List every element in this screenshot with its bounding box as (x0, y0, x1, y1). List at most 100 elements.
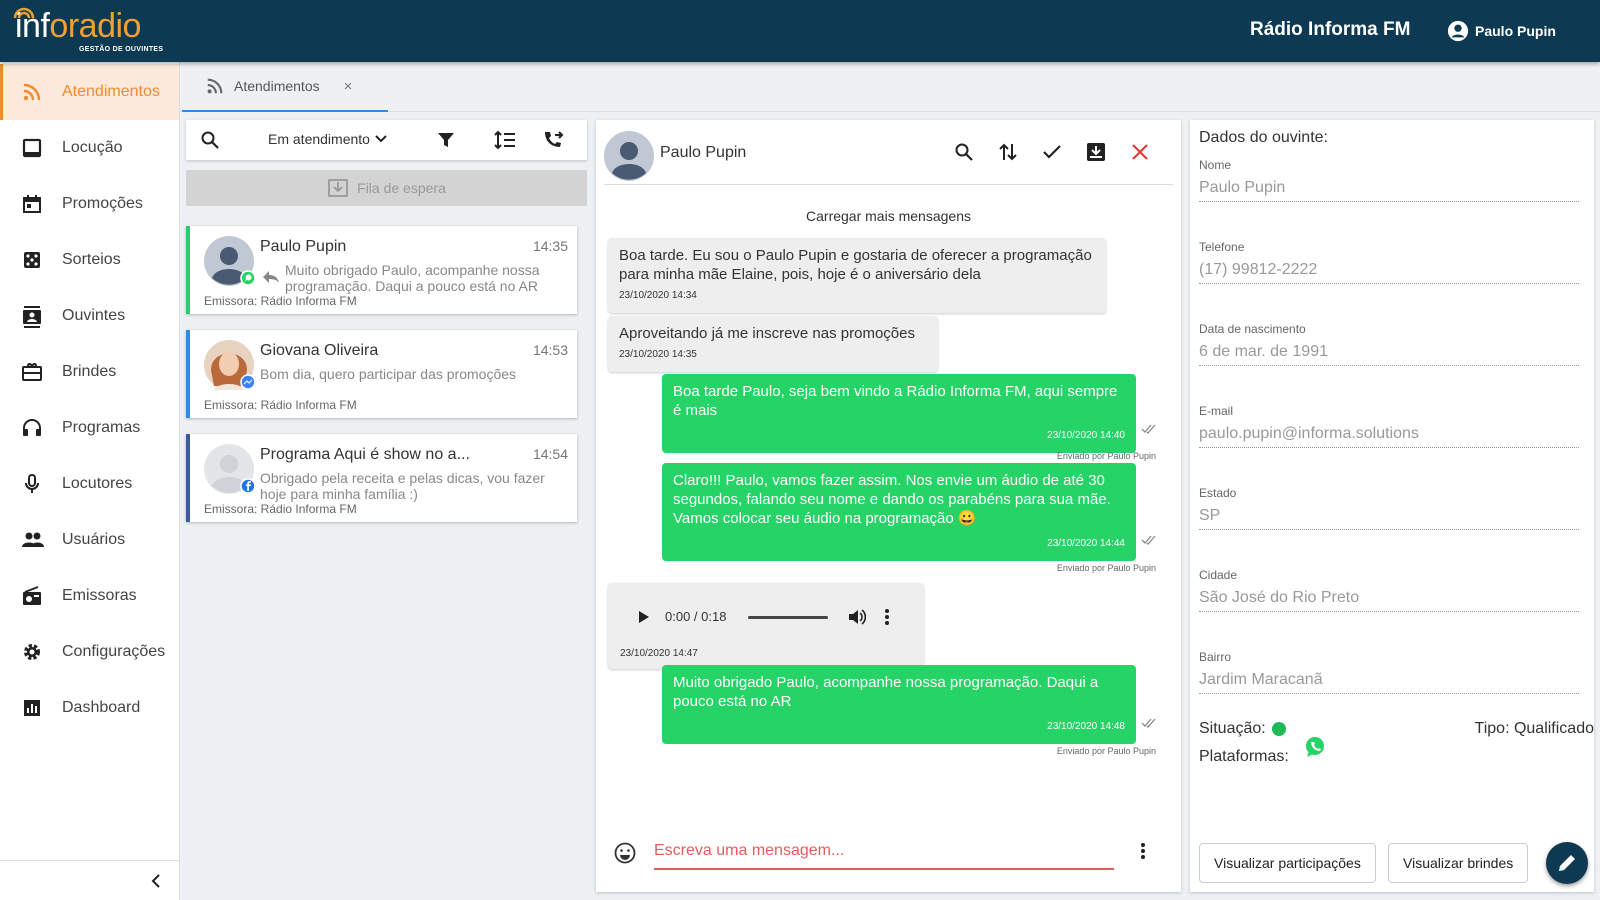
tab-label: Atendimentos (234, 78, 320, 94)
audio-progress-bar[interactable] (748, 616, 828, 619)
conversation-time: 14:35 (532, 238, 568, 254)
sidebar-item-label: Brindes (62, 363, 117, 380)
dice-icon (24, 252, 40, 268)
phone-forward-icon[interactable] (542, 130, 564, 150)
sidebar-item-label: Atendimentos (62, 83, 160, 100)
more-vert-icon[interactable] (884, 608, 890, 626)
sidebar-item-sorteios[interactable]: Sorteios (0, 232, 179, 288)
sidebar-item-brindes[interactable]: Brindes (0, 344, 179, 400)
situacao-row: Situação: (1199, 720, 1286, 738)
field-cidade[interactable]: Cidade São José do Rio Preto (1199, 568, 1579, 612)
field-label: Bairro (1199, 650, 1232, 664)
field-label: Nome (1199, 158, 1232, 172)
pencil-icon (1559, 855, 1575, 871)
download-tray-icon (328, 179, 349, 197)
message-bubble: Boa tarde Paulo, seja bem vindo a Rádio … (662, 374, 1136, 453)
sidebar-item-label: Emissoras (62, 587, 137, 604)
tablet-icon (22, 138, 42, 158)
conversation-emissora: Emissora: Rádio Informa FM (204, 398, 357, 412)
sidebar-item-dashboard[interactable]: Dashboard (0, 680, 179, 736)
view-participations-button[interactable]: Visualizar participações (1199, 843, 1376, 883)
field-bairro[interactable]: Bairro Jardim Maracanã (1199, 650, 1579, 694)
waiting-queue-button[interactable]: Fila de espera (186, 170, 587, 206)
whatsapp-icon (1306, 737, 1324, 757)
sidebar-item-locutores[interactable]: Locutores (0, 456, 179, 512)
sidebar: Atendimentos Locução Promoções Sorteios … (0, 62, 180, 900)
contacts-icon (23, 306, 41, 328)
field-email[interactable]: E-mail paulo.pupin@informa.solutions (1199, 404, 1579, 448)
gear-icon (24, 644, 40, 660)
sent-by-label: Enviado por Paulo Pupin (1056, 746, 1156, 756)
field-label: Estado (1199, 486, 1237, 500)
message-date: 23/10/2020 14:35 (619, 349, 697, 360)
more-vert-icon[interactable] (1140, 842, 1146, 860)
tab-atendimentos[interactable]: Atendimentos × (182, 62, 388, 112)
field-value: (17) 99812-2222 (1199, 261, 1318, 278)
double-check-icon (1141, 535, 1156, 545)
message-bubble: Boa tarde. Eu sou o Paulo Pupin e gostar… (608, 238, 1106, 313)
message-text: Muito obrigado Paulo, acompanhe nossa pr… (673, 674, 1099, 710)
user-menu[interactable]: Paulo Pupin (1447, 20, 1556, 42)
chat-panel: Paulo Pupin Carregar mais mensagens Boa … (596, 120, 1181, 892)
conversation-card-giovana[interactable]: Giovana Oliveira 14:53 Bom dia, quero pa… (186, 330, 577, 418)
field-label: E-mail (1199, 404, 1234, 418)
status-filter-dropdown[interactable]: Em atendimento (268, 131, 388, 147)
sidebar-item-promocoes[interactable]: Promoções (0, 176, 179, 232)
emoji-icon[interactable] (614, 842, 636, 864)
sidebar-item-ouvintes[interactable]: Ouvintes (0, 288, 179, 344)
message-input[interactable] (654, 834, 1114, 870)
message-date: 23/10/2020 14:44 (1047, 538, 1125, 549)
edit-listener-button[interactable] (1546, 842, 1588, 884)
sidebar-item-usuarios[interactable]: Usuários (0, 512, 179, 568)
conversation-card-programa[interactable]: Programa Aqui é show no a... 14:54 Obrig… (186, 434, 577, 522)
audio-date: 23/10/2020 14:47 (620, 648, 698, 659)
sidebar-collapse-button[interactable] (0, 860, 179, 900)
filter-icon[interactable] (436, 130, 456, 150)
top-bar: inforadio GESTÃO DE OUVINTES Rádio Infor… (0, 0, 1600, 62)
message-date: 23/10/2020 14:48 (1047, 721, 1125, 732)
field-estado[interactable]: Estado SP (1199, 486, 1579, 530)
field-data-nascimento[interactable]: Data de nascimento 6 de mar. de 1991 (1199, 322, 1579, 366)
play-icon[interactable] (638, 610, 650, 624)
conversation-time: 14:54 (532, 446, 568, 462)
search-icon[interactable] (954, 142, 974, 162)
conversation-emissora: Emissora: Rádio Informa FM (204, 502, 357, 516)
avatar (204, 444, 254, 494)
field-label: Data de nascimento (1199, 322, 1306, 336)
sidebar-item-programas[interactable]: Programas (0, 400, 179, 456)
sidebar-item-label: Usuários (62, 531, 126, 548)
sort-icon[interactable] (494, 130, 516, 150)
view-gifts-button[interactable]: Visualizar brindes (1388, 843, 1529, 883)
sidebar-item-emissoras[interactable]: Emissoras (0, 568, 179, 624)
sidebar-item-locucao[interactable]: Locução (0, 120, 179, 176)
message-composer (596, 822, 1181, 892)
chevron-left-icon (151, 874, 160, 888)
field-nome[interactable]: Nome Paulo Pupin (1199, 158, 1579, 202)
double-check-icon (1141, 424, 1156, 434)
close-icon[interactable] (1130, 142, 1150, 162)
sidebar-item-label: Programas (62, 419, 141, 436)
load-more-button[interactable]: Carregar mais mensagens (596, 208, 1181, 224)
status-filter-value: Em atendimento (268, 131, 370, 147)
search-icon[interactable] (200, 130, 220, 150)
situacao-label: Situação: (1199, 720, 1266, 737)
details-title: Dados do ouvinte: (1199, 129, 1328, 146)
inforadio-logo[interactable]: inforadio GESTÃO DE OUVINTES (13, 7, 163, 53)
logo-tagline: GESTÃO DE OUVINTES (79, 46, 164, 53)
sidebar-item-atendimentos[interactable]: Atendimentos (0, 64, 179, 120)
plataformas-label: Plataformas: (1199, 748, 1289, 765)
field-value: SP (1199, 507, 1221, 524)
conversation-preview: Bom dia, quero participar das promoções (260, 366, 517, 382)
field-telefone[interactable]: Telefone (17) 99812-2222 (1199, 240, 1579, 284)
sidebar-item-configuracoes[interactable]: Configurações (0, 624, 179, 680)
message-bubble: Muito obrigado Paulo, acompanhe nossa pr… (662, 665, 1136, 744)
field-value: Paulo Pupin (1199, 179, 1286, 196)
tab-close-button[interactable]: × (344, 78, 353, 95)
conversation-card-paulo[interactable]: Paulo Pupin 14:35 Muito obrigado Paulo, … (186, 226, 577, 314)
volume-icon[interactable] (848, 608, 866, 626)
archive-icon[interactable] (1086, 142, 1106, 162)
check-icon[interactable] (1042, 142, 1062, 162)
transfer-icon[interactable] (998, 142, 1018, 162)
conversation-emissora: Emissora: Rádio Informa FM (204, 294, 357, 308)
user-name: Paulo Pupin (1475, 23, 1556, 39)
